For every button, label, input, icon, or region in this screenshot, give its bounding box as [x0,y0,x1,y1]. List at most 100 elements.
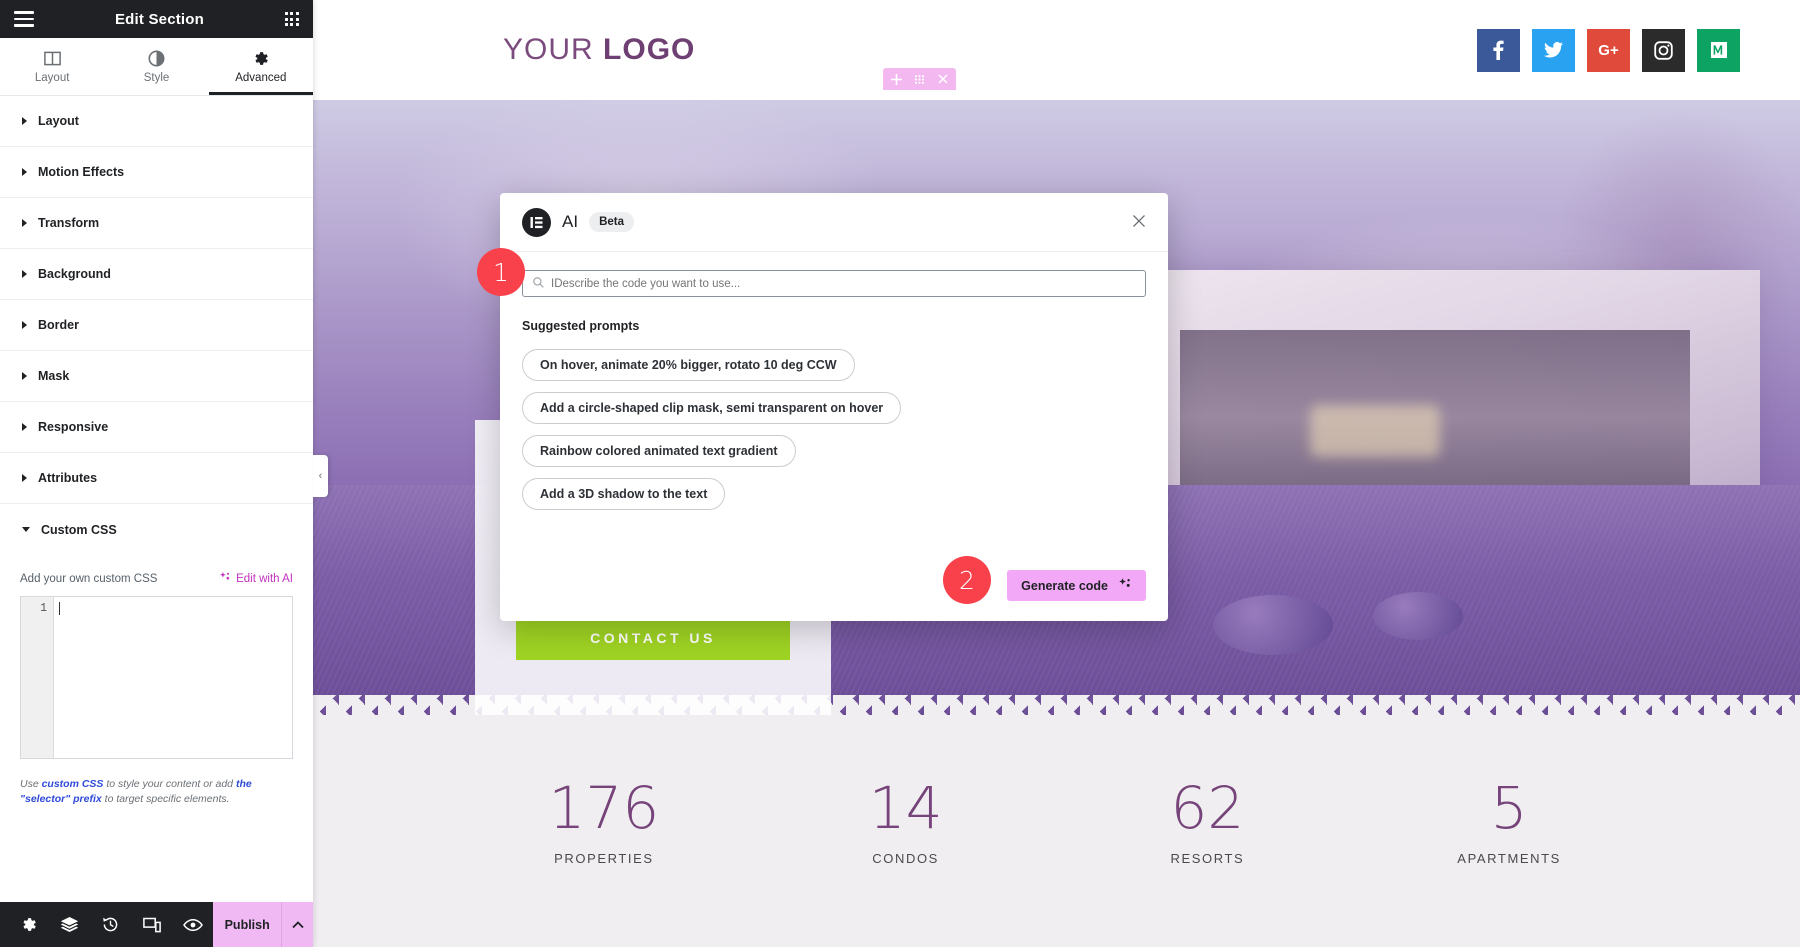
panel-header: Edit Section [0,0,313,38]
section-border-label: Border [38,318,79,332]
custom-css-editor[interactable]: 1 [20,596,293,759]
chevron-right-icon [22,219,27,227]
preview-eye-icon[interactable] [172,902,213,947]
section-responsive-label: Responsive [38,420,109,434]
elementor-logo-icon [522,207,551,237]
section-motion-effects[interactable]: Motion Effects [0,147,313,198]
chevron-up-icon[interactable] [281,902,313,947]
note-link-custom-css[interactable]: custom CSS [42,778,104,790]
section-controls-toolbar[interactable] [883,68,956,90]
shrub-decoration [1373,592,1463,640]
section-motion-effects-label: Motion Effects [38,165,125,179]
chevron-right-icon [22,474,27,482]
chevron-down-icon [22,527,30,532]
tab-layout[interactable]: Layout [0,38,104,95]
twitter-icon[interactable] [1532,28,1575,72]
logo-light-text: YOUR [503,33,594,66]
site-logo[interactable]: YOUR LOGO [503,33,695,67]
tab-style[interactable]: Style [104,38,208,95]
logo-bold-text: LOGO [603,33,696,66]
annotation-step-1: 1 [477,248,525,296]
chevron-right-icon [22,372,27,380]
chevron-right-icon [22,117,27,125]
stat-value: 62 [1170,773,1245,842]
section-custom-css-label: Custom CSS [41,522,117,537]
delete-section-icon[interactable] [931,68,954,90]
ai-prompt-field[interactable] [522,270,1146,297]
stat-label: PROPERTIES [554,850,654,866]
instagram-icon[interactable] [1642,28,1685,72]
stat-label: APARTMENTS [1457,850,1561,866]
suggested-prompt-chip[interactable]: Add a 3D shadow to the text [522,478,726,510]
section-attributes[interactable]: Attributes [0,453,313,504]
section-layout-label: Layout [38,114,79,128]
note-prefix: Use [20,778,42,790]
close-icon[interactable] [1132,212,1146,232]
grid-apps-icon[interactable] [284,12,299,26]
chevron-right-icon [22,168,27,176]
search-icon [533,275,544,293]
ai-prompt-input[interactable] [551,277,1135,290]
section-mask[interactable]: Mask [0,351,313,402]
publish-button[interactable]: Publish [213,902,282,947]
add-section-icon[interactable] [885,68,908,90]
section-responsive[interactable]: Responsive [0,402,313,453]
stat-label: CONDOS [872,850,939,866]
chevron-right-icon [22,321,27,329]
custom-css-field-row: Add your own custom CSS Edit with AI [20,571,293,586]
history-revisions-icon[interactable] [90,902,131,947]
section-layout[interactable]: Layout [0,96,313,147]
tab-advanced-label: Advanced [235,71,287,84]
edit-with-ai-button[interactable]: Edit with AI [219,571,293,586]
edit-with-ai-label: Edit with AI [236,572,293,585]
tab-style-label: Style [143,71,170,84]
medium-icon[interactable] [1697,28,1740,72]
modal-body: Suggested prompts On hover, animate 20% … [500,252,1168,570]
modal-title: AI [562,212,579,231]
suggested-prompts-title: Suggested prompts [522,319,640,333]
stat-item: 62 RESORTS [1057,779,1359,866]
settings-gear-icon[interactable] [8,902,49,947]
chevron-right-icon [22,270,27,278]
hamburger-icon[interactable] [14,11,34,27]
suggested-prompt-chip[interactable]: On hover, animate 20% bigger, rotato 10 … [522,349,855,381]
facebook-icon[interactable] [1477,28,1520,72]
chevron-right-icon [22,423,27,431]
editor-line-number: 1 [21,597,54,758]
stat-item: 14 CONDOS [755,779,1057,866]
section-border[interactable]: Border [0,300,313,351]
custom-css-field-label: Add your own custom CSS [20,572,158,585]
elementor-editor-panel[interactable]: Edit Section Layout Style Advanced Layou… [0,0,314,947]
generate-code-button[interactable]: Generate code [1007,570,1146,601]
panel-footer-toolbar: Publish [0,902,313,947]
panel-tabs: Layout Style Advanced [0,38,314,96]
shrub-decoration [1213,595,1333,655]
editor-code-area[interactable] [54,597,292,758]
ai-code-modal[interactable]: AI Beta Suggested prompts On hover, anim… [500,193,1168,621]
sparkle-icon [219,571,231,586]
section-background[interactable]: Background [0,249,313,300]
section-custom-css[interactable]: Custom CSS [0,504,313,555]
section-background-label: Background [38,267,111,281]
layers-navigator-icon[interactable] [49,902,90,947]
suggested-prompts-list: On hover, animate 20% bigger, rotato 10 … [522,349,1146,521]
note-suffix: to target specific elements. [101,793,230,806]
suggested-prompt-chip[interactable]: Add a circle-shaped clip mask, semi tran… [522,392,902,424]
panel-title: Edit Section [114,10,205,28]
google-plus-icon[interactable]: G+ [1587,28,1630,72]
stat-label: RESORTS [1170,850,1245,866]
responsive-mode-icon[interactable] [131,902,172,947]
contact-us-button[interactable]: CONTACT US [516,616,790,660]
panel-collapse-handle[interactable]: ‹ [313,455,328,497]
interior-light-glow [1310,405,1440,457]
generate-code-label: Generate code [1021,578,1108,593]
drag-handle-icon[interactable] [908,68,931,90]
suggested-prompt-chip[interactable]: Rainbow colored animated text gradient [522,435,796,467]
tab-advanced[interactable]: Advanced [208,38,314,95]
google-plus-glyph: G+ [1598,41,1619,59]
custom-css-body: Add your own custom CSS Edit with AI 1 U… [0,555,313,807]
text-cursor [59,602,60,615]
section-transform[interactable]: Transform [0,198,313,249]
panel-sections: Layout Motion Effects Transform Backgrou… [0,96,313,555]
stat-value: 5 [1490,773,1528,842]
